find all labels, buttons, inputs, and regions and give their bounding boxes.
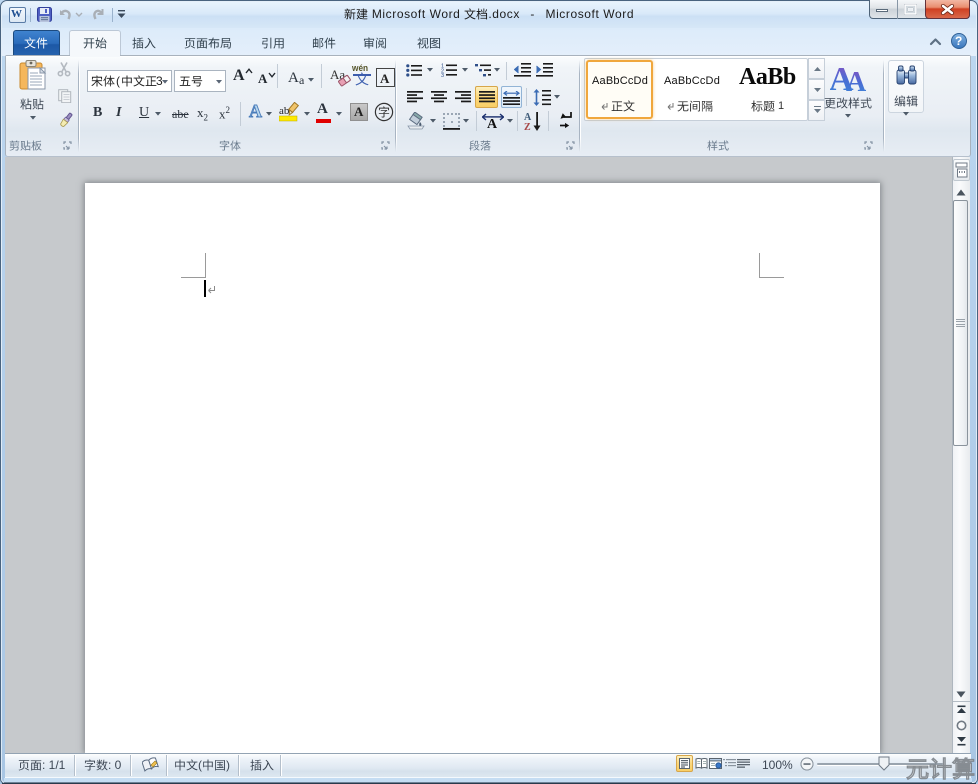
- svg-text:Z: Z: [524, 122, 531, 131]
- svg-text:A: A: [487, 117, 498, 130]
- svg-text:A: A: [846, 67, 867, 94]
- svg-text:3: 3: [441, 73, 444, 77]
- svg-text:ab: ab: [279, 105, 290, 117]
